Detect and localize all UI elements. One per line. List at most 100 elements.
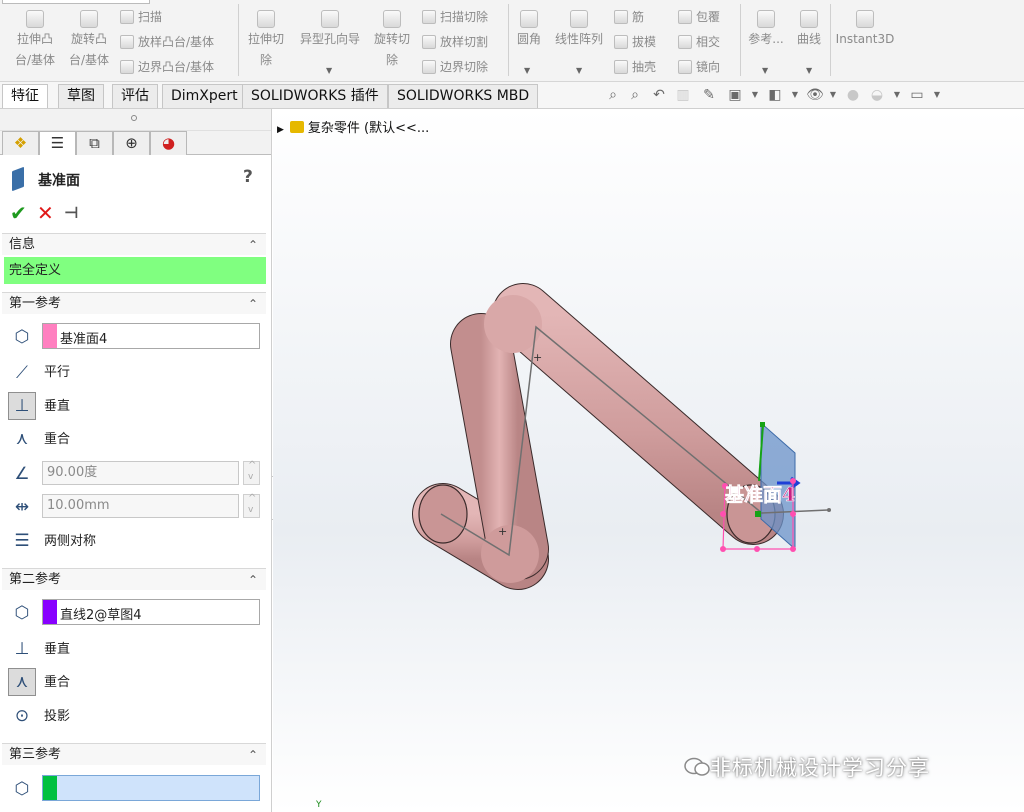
fillet-dropdown[interactable]: ▼: [524, 66, 530, 75]
ok-check-icon[interactable]: ✔: [10, 201, 27, 225]
instant3d-button[interactable]: Instant3D: [834, 10, 896, 50]
view-orientation-dropdown[interactable]: ▼: [746, 86, 764, 104]
extrude-boss-button[interactable]: 拉伸凸台/基体: [10, 10, 60, 71]
configuration-manager-tab-icon[interactable]: ⧉: [76, 131, 113, 155]
pushpin-icon[interactable]: ⊣: [64, 201, 79, 225]
swept-cut-button[interactable]: 扫描切除: [422, 6, 488, 28]
project-button[interactable]: ⊙: [8, 702, 36, 730]
third-reference-selection[interactable]: [42, 775, 260, 801]
fillet-button[interactable]: 圆角: [512, 10, 546, 50]
perpendicular-button[interactable]: ⊥: [8, 392, 36, 420]
view-orientation-icon[interactable]: ▣: [726, 86, 744, 104]
angle-spinner[interactable]: [243, 460, 260, 485]
reference-dropdown[interactable]: ▼: [762, 66, 768, 75]
linear-pattern-dropdown[interactable]: ▼: [576, 66, 582, 75]
section-view-icon[interactable]: ▥: [674, 86, 692, 104]
zoom-to-area-icon[interactable]: ⌕: [626, 86, 644, 104]
parallel-button[interactable]: ⟋: [8, 359, 36, 387]
selection-color-swatch: [43, 776, 57, 800]
display-style-icon[interactable]: ◧: [766, 86, 784, 104]
axis-indicator: Y: [316, 800, 322, 810]
lofted-cut-icon: [422, 35, 436, 49]
reference-entity-icon: ⬡: [14, 327, 30, 347]
apply-scene-icon[interactable]: ◒: [868, 86, 886, 104]
apply-scene-dropdown[interactable]: ▼: [888, 86, 906, 104]
sweep-button[interactable]: 扫描: [120, 6, 162, 28]
extrude-cut-button[interactable]: 拉伸切除: [244, 10, 288, 71]
angle-input[interactable]: 90.00度: [42, 461, 239, 485]
hide-show-items-icon[interactable]: 👁: [806, 86, 824, 104]
loft-boss-button[interactable]: 放样凸台/基体: [120, 31, 214, 53]
coincident-button[interactable]: ⋏: [8, 668, 36, 696]
wrap-button[interactable]: 包覆: [678, 6, 720, 28]
swept-cut-icon: [422, 10, 436, 24]
first-reference-selection[interactable]: 基准面4: [42, 323, 260, 349]
revolve-boss-button[interactable]: 旋转凸台/基体: [64, 10, 114, 71]
pipe-segment-2[interactable]: [450, 313, 549, 580]
command-tabs: 特征 草图 评估 DimXpert SOLIDWORKS 插件 SOLIDWOR…: [0, 82, 1024, 109]
distance-spinner[interactable]: [243, 493, 260, 518]
panel-collapse-strip[interactable]: [0, 109, 271, 131]
model-canvas: + + 基准面4: [412, 283, 831, 590]
dimxpert-manager-tab-icon[interactable]: ⊕: [113, 131, 150, 155]
previous-view-icon[interactable]: ↶: [650, 86, 668, 104]
view-settings-dropdown[interactable]: ▼: [928, 86, 946, 104]
angle-button[interactable]: ∠: [8, 460, 36, 488]
project-label: 投影: [44, 709, 71, 724]
cancel-x-icon[interactable]: ✕: [37, 201, 54, 225]
coincident-label: 重合: [44, 675, 71, 690]
offset-distance-button[interactable]: ⇹: [8, 493, 36, 521]
mid-plane-button[interactable]: ☰: [8, 527, 36, 555]
second-reference-selection[interactable]: 直线2@草图4: [42, 599, 260, 625]
view-settings-icon[interactable]: ▭: [908, 86, 926, 104]
boundary-icon: [120, 60, 134, 74]
display-style-dropdown[interactable]: ▼: [786, 86, 804, 104]
ribbon-separator: [830, 4, 831, 76]
coincident-button[interactable]: ⋏: [8, 425, 36, 453]
extrude-cut-icon: [257, 10, 275, 28]
wechat-icon: [684, 757, 710, 776]
plane-label[interactable]: 基准面4: [724, 483, 796, 507]
tab-features[interactable]: 特征: [2, 84, 48, 108]
perpendicular-button[interactable]: ⊥: [8, 635, 36, 663]
intersect-button[interactable]: 相交: [678, 31, 720, 53]
ribbon-separator: [508, 4, 509, 76]
first-reference-header[interactable]: 第一参考 ⌃: [2, 292, 266, 314]
hole-wizard-dropdown[interactable]: ▼: [326, 66, 332, 75]
tab-mbd[interactable]: SOLIDWORKS MBD: [388, 84, 539, 108]
display-manager-tab-icon[interactable]: ◕: [150, 131, 187, 155]
mirror-button[interactable]: 镜向: [678, 56, 720, 78]
linear-pattern-icon: [570, 10, 588, 28]
info-section-header[interactable]: 信息 ⌃: [2, 233, 266, 255]
feature-manager-tab-icon[interactable]: ❖: [2, 131, 39, 155]
tab-evaluate[interactable]: 评估: [112, 84, 158, 108]
rib-button[interactable]: 筋: [614, 6, 644, 28]
linear-pattern-button[interactable]: 线性阵列: [550, 10, 608, 50]
curves-dropdown[interactable]: ▼: [806, 66, 812, 75]
lofted-cut-button[interactable]: 放样切割: [422, 31, 488, 53]
reference-geometry-button[interactable]: 参考...: [746, 10, 786, 50]
property-manager-tab-icon[interactable]: ☰: [39, 131, 76, 155]
shell-button[interactable]: 抽壳: [614, 56, 656, 78]
boundary-cut-button[interactable]: 边界切除: [422, 56, 488, 78]
tab-sketch[interactable]: 草图: [58, 84, 104, 108]
tab-addins[interactable]: SOLIDWORKS 插件: [242, 84, 388, 108]
draft-button[interactable]: 拔模: [614, 31, 656, 53]
boundary-boss-button[interactable]: 边界凸台/基体: [120, 56, 214, 78]
second-reference-header[interactable]: 第二参考 ⌃: [2, 568, 266, 590]
help-icon[interactable]: ?: [243, 167, 253, 187]
symmetric-label: 两侧对称: [44, 534, 97, 549]
third-reference-header[interactable]: 第三参考 ⌃: [2, 743, 266, 765]
hide-show-dropdown[interactable]: ▼: [824, 86, 842, 104]
revolve-cut-button[interactable]: 旋转切除: [370, 10, 414, 71]
zoom-to-fit-icon[interactable]: ⌕: [604, 86, 622, 104]
hole-wizard-button[interactable]: 异型孔向导: [294, 10, 366, 50]
graphics-area[interactable]: ▶ 复杂零件 (默认<<... + + 基准面4: [273, 109, 1024, 812]
distance-input[interactable]: 10.00mm: [42, 494, 239, 518]
dynamic-annotation-icon[interactable]: ✎: [700, 86, 718, 104]
tab-dimxpert[interactable]: DimXpert: [162, 84, 247, 108]
intersect-icon: [678, 35, 692, 49]
rib-icon: [614, 10, 628, 24]
edit-appearance-icon[interactable]: ●: [844, 86, 862, 104]
curves-button[interactable]: 曲线: [792, 10, 826, 50]
